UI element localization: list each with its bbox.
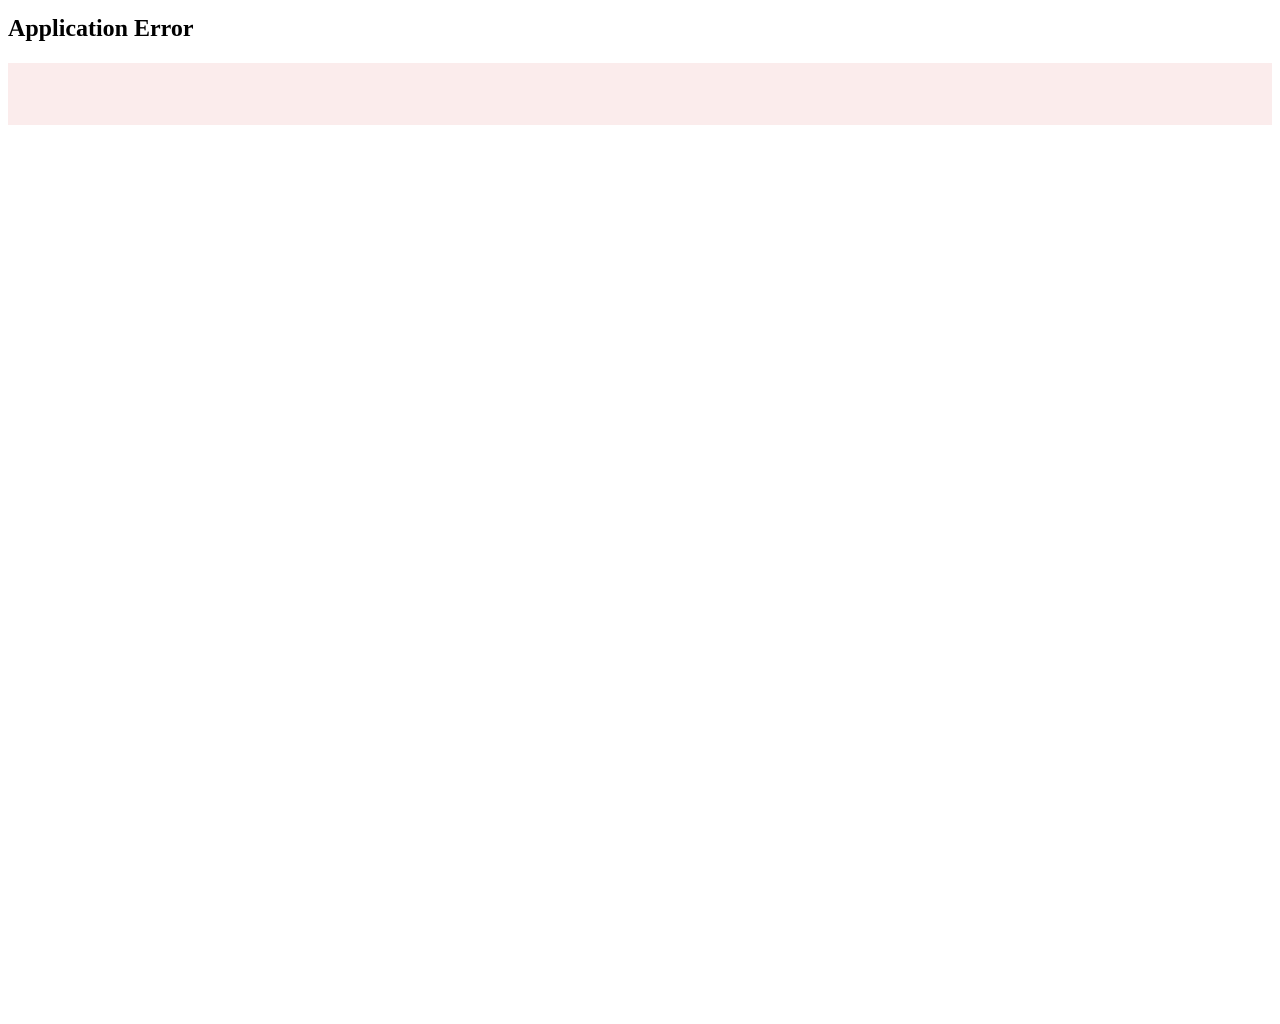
page-title: Application Error [8,16,1272,43]
error-message-panel [8,63,1272,125]
